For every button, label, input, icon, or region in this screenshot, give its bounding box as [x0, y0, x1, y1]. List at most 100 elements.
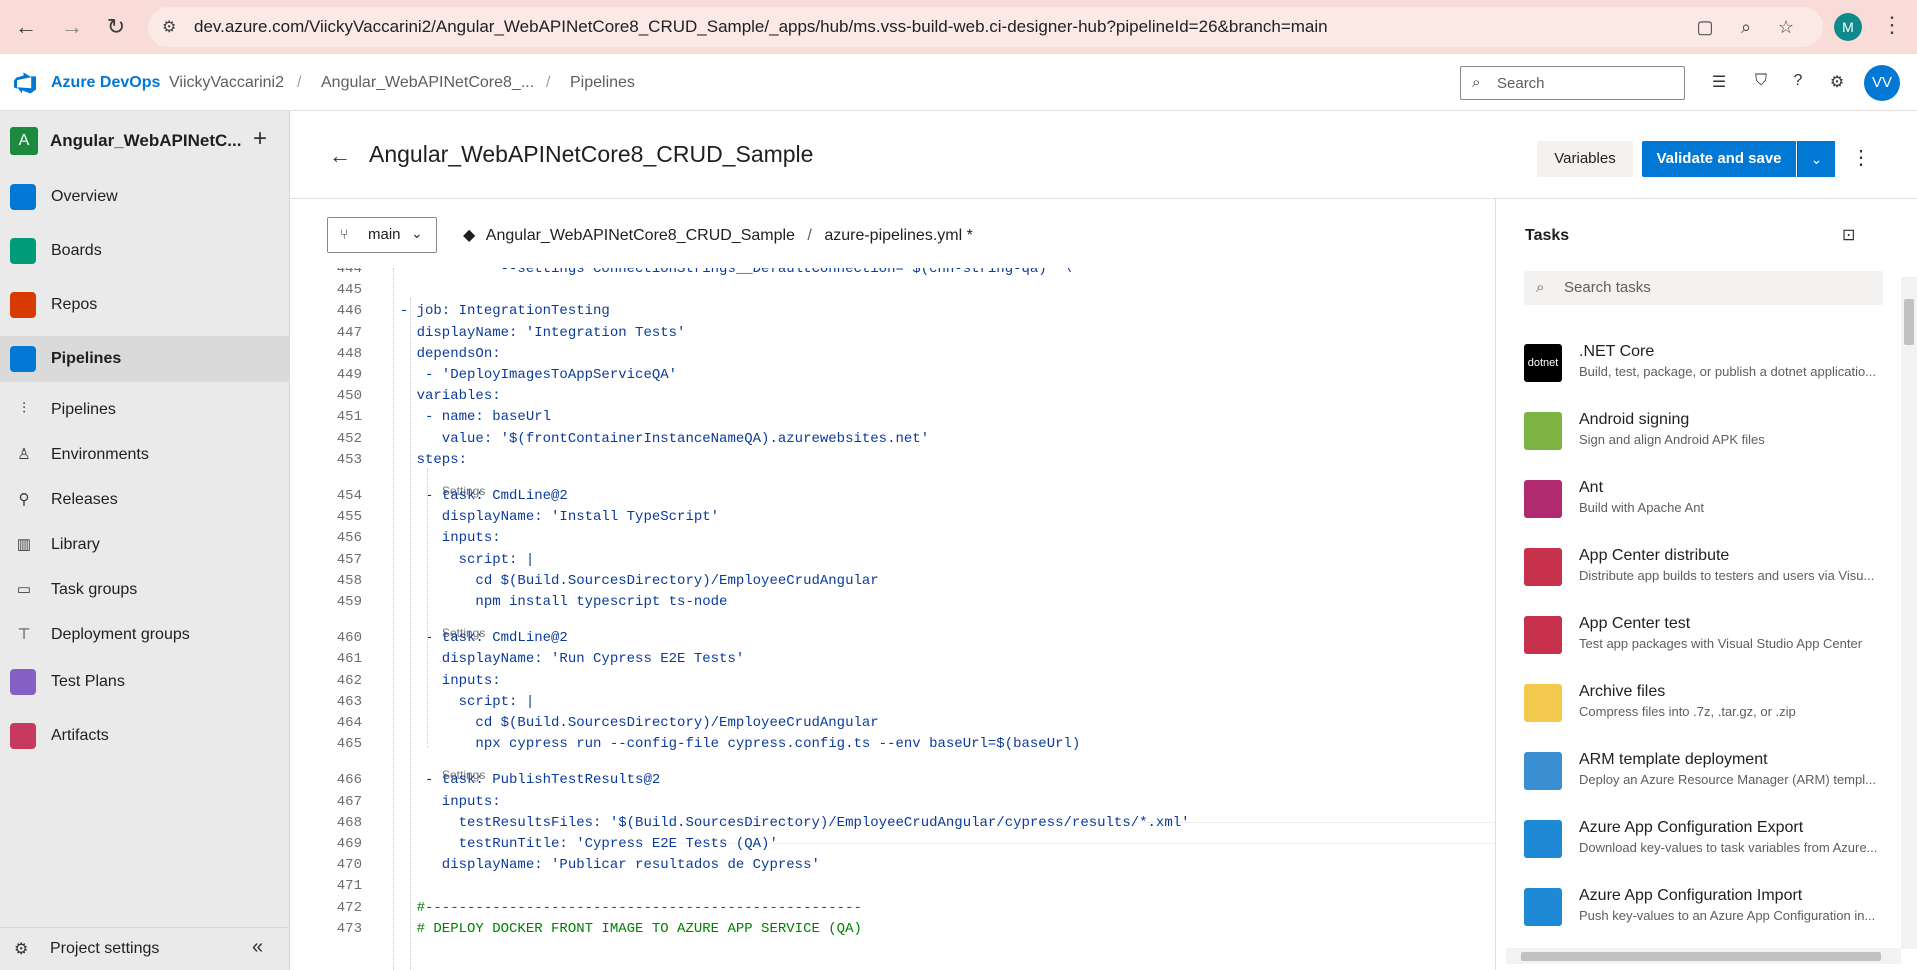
code-line[interactable]: - task: PublishTestResults@2 [383, 772, 660, 788]
address-bar[interactable]: ⚙ dev.azure.com/ViickyVaccarini2/Angular… [148, 7, 1823, 47]
task-list-icon[interactable]: ☰ [1708, 72, 1730, 94]
validate-and-save-button[interactable]: Validate and save [1642, 141, 1796, 177]
breadcrumb-project[interactable]: Angular_WebAPINetCore8_... [321, 74, 534, 92]
task-item[interactable]: Archive files Compress files into .7z, .t… [1524, 681, 1884, 741]
task-item[interactable]: Azure App Configuration Import Push key-v… [1524, 885, 1884, 945]
browser-profile-avatar[interactable]: M [1834, 13, 1862, 41]
line-number: 449 [336, 367, 362, 383]
code-line[interactable]: displayName: 'Install TypeScript' [383, 509, 719, 525]
code-line[interactable]: variables: [383, 388, 501, 404]
code-line[interactable]: inputs: [383, 673, 501, 689]
url-text[interactable]: dev.azure.com/ViickyVaccarini2/Angular_W… [194, 17, 1328, 37]
task-item[interactable]: Ant Build with Apache Ant [1524, 477, 1884, 537]
scrollbar-thumb[interactable] [1521, 952, 1881, 961]
vertical-scrollbar[interactable] [1901, 277, 1917, 949]
code-line[interactable]: displayName: 'Integration Tests' [383, 325, 686, 341]
browser-menu-icon[interactable]: ⋮ [1880, 12, 1904, 42]
sidebar-item-artifacts[interactable]: Artifacts [0, 713, 290, 759]
yaml-editor[interactable]: 444 --settings ConnectionStrings__Defaul… [290, 268, 1495, 970]
user-settings-icon[interactable]: ⚙ [1826, 72, 1848, 94]
pipelines-sub-icon: ⫶ [22, 399, 26, 417]
code-line[interactable]: - 'DeployImagesToAppServiceQA' [383, 367, 677, 383]
indent-guide [410, 298, 411, 970]
code-line[interactable]: displayName: 'Run Cypress E2E Tests' [383, 651, 744, 667]
code-line[interactable]: npx cypress run --config-file cypress.co… [383, 736, 1080, 752]
code-line[interactable]: displayName: 'Publicar resultados de Cyp… [383, 857, 820, 873]
back-arrow-icon[interactable]: ← [329, 143, 351, 169]
sidebar-subitem-label: Deployment groups [51, 625, 190, 643]
code-line[interactable]: dependsOn: [383, 346, 501, 362]
clipboard-icon[interactable]: ▢ [1693, 15, 1717, 39]
variables-button[interactable]: Variables [1537, 141, 1633, 177]
sidebar-item-test-plans[interactable]: Test Plans [0, 659, 290, 705]
app-title[interactable]: Azure DevOps [51, 74, 160, 92]
code-line[interactable]: script: | [383, 694, 535, 710]
code-line[interactable]: #---------------------------------------… [383, 900, 862, 916]
forward-icon[interactable]: → [50, 5, 94, 49]
sidebar-subitem-label: Environments [51, 445, 149, 463]
line-number: 469 [336, 836, 362, 852]
sidebar-subitem-pipelines[interactable]: ⫶ Pipelines [0, 387, 290, 432]
task-item[interactable]: Android signing Sign and align Android AP… [1524, 409, 1884, 469]
sidebar-subitem-task-groups[interactable]: ▭ Task groups [0, 567, 290, 612]
code-line[interactable]: testResultsFiles: '$(Build.SourcesDirect… [383, 815, 1190, 831]
project-settings[interactable]: ⚙ Project settings « [0, 927, 290, 967]
user-avatar[interactable]: VV [1864, 65, 1900, 101]
task-item[interactable]: Azure App Configuration Export Download k… [1524, 817, 1884, 877]
code-line[interactable]: value: '$(frontContainerInstanceNameQA).… [383, 431, 929, 447]
branch-selector[interactable]: ⑂ main ⌄ [327, 217, 437, 253]
code-line[interactable]: cd $(Build.SourcesDirectory)/EmployeeCru… [383, 573, 878, 589]
sidebar-item-pipelines[interactable]: Pipelines [0, 336, 290, 382]
search-input[interactable]: ⌕ Search [1460, 66, 1685, 100]
sidebar-item-overview[interactable]: Overview [0, 174, 290, 220]
code-line[interactable]: inputs: [383, 794, 501, 810]
breadcrumb-pipelines[interactable]: Pipelines [570, 74, 635, 92]
code-line[interactable]: --settings ConnectionStrings__DefaultCon… [383, 268, 1072, 277]
task-description: Build with Apache Ant [1579, 500, 1705, 515]
code-line[interactable]: - job: IntegrationTesting [383, 303, 610, 319]
site-info-icon[interactable]: ⚙ [162, 17, 182, 37]
horizontal-scrollbar[interactable] [1506, 948, 1901, 964]
task-search-input[interactable]: ⌕ Search tasks [1524, 271, 1883, 305]
bookmark-star-icon[interactable]: ☆ [1774, 15, 1798, 39]
task-item[interactable]: App Center distribute Distribute app buil… [1524, 545, 1884, 605]
line-number: 454 [336, 488, 362, 504]
code-line[interactable]: npm install typescript ts-node [383, 594, 727, 610]
breadcrumb-org[interactable]: ViickyVaccarini2 [169, 74, 284, 92]
android-icon [1524, 412, 1562, 450]
breadcrumb-separator: / [297, 74, 302, 91]
code-line[interactable]: - name: baseUrl [383, 409, 551, 425]
shopping-bag-icon[interactable]: ⛉ [1750, 72, 1772, 94]
sidebar-item-label: Boards [51, 242, 102, 259]
code-line[interactable]: cd $(Build.SourcesDirectory)/EmployeeCru… [383, 715, 878, 731]
task-item[interactable]: App Center test Test app packages with Vi… [1524, 613, 1884, 673]
help-icon[interactable]: ? [1787, 72, 1809, 94]
sidebar-subitem-deployment-groups[interactable]: ⊤ Deployment groups [0, 612, 290, 657]
project-selector[interactable]: A Angular_WebAPINetC... + [10, 125, 280, 155]
code-line[interactable]: script: | [383, 552, 535, 568]
reload-icon[interactable]: ↻ [94, 5, 138, 49]
collapse-sidebar-icon[interactable]: « [252, 936, 263, 959]
task-item[interactable]: dotnet .NET Core Build, test, package, or … [1524, 341, 1884, 401]
expand-panel-icon[interactable]: ⊡ [1842, 225, 1855, 245]
repo-name[interactable]: Angular_WebAPINetCore8_CRUD_Sample [486, 227, 795, 244]
sidebar-item-repos[interactable]: Repos [0, 282, 290, 328]
sidebar-subitem-environments[interactable]: ♙ Environments [0, 432, 290, 477]
azure-devops-logo-icon[interactable] [14, 71, 38, 95]
sidebar-subitem-releases[interactable]: ⚲ Releases [0, 477, 290, 522]
add-icon[interactable]: + [253, 125, 267, 153]
scrollbar-thumb[interactable] [1904, 299, 1914, 345]
more-actions-icon[interactable]: ⋮ [1851, 145, 1871, 170]
task-item[interactable]: ARM template deployment Deploy an Azure R… [1524, 749, 1884, 809]
chevron-down-icon[interactable]: ⌄ [1797, 141, 1835, 177]
back-icon[interactable]: ← [4, 5, 48, 49]
project-name[interactable]: Angular_WebAPINetC... [50, 131, 241, 151]
code-line[interactable]: inputs: [383, 530, 501, 546]
code-line[interactable]: testRunTitle: 'Cypress E2E Tests (QA)' [383, 836, 778, 852]
sidebar-subitem-library[interactable]: ▥ Library [0, 522, 290, 567]
sidebar-item-boards[interactable]: Boards [0, 228, 290, 274]
zoom-icon[interactable]: ⌕ [1734, 15, 1758, 39]
code-line[interactable]: # DEPLOY DOCKER FRONT IMAGE TO AZURE APP… [383, 921, 862, 937]
file-name[interactable]: azure-pipelines.yml * [824, 227, 973, 244]
code-line[interactable]: steps: [383, 452, 467, 468]
